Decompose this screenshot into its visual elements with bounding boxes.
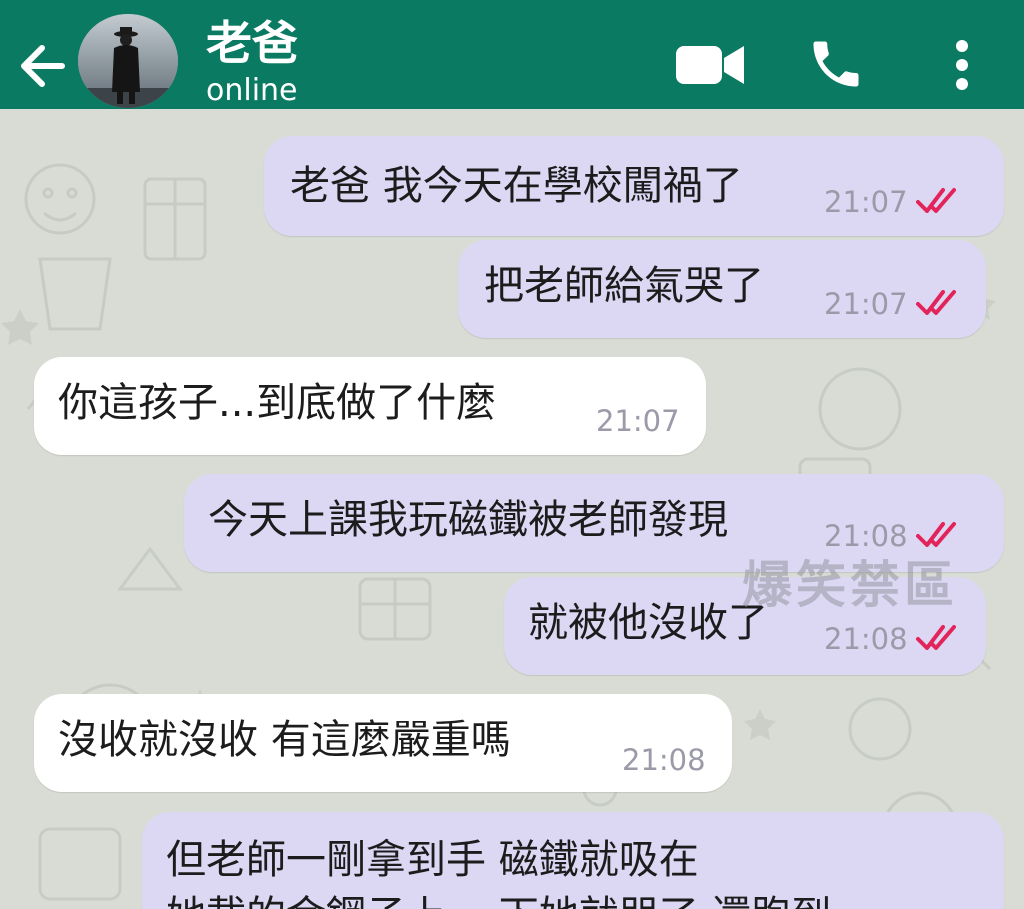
avatar-image xyxy=(78,14,178,108)
message-time: 21:07 xyxy=(824,287,908,321)
chat-area[interactable]: 老爸 我今天在學校闖禍了 21:07 把老師給氣哭了 21:07 你這孩子...… xyxy=(0,109,1024,909)
message-text: 老爸 我今天在學校闖禍了 xyxy=(290,163,743,209)
message-bubble-outgoing[interactable]: 但老師一剛拿到手 磁鐵就吸在 她載的金鋼子上 一下她就哭了 還跑到 xyxy=(142,812,1004,909)
back-button[interactable] xyxy=(14,38,70,94)
message-bubble-outgoing[interactable]: 把老師給氣哭了 21:07 xyxy=(458,240,986,338)
message-time: 21:08 xyxy=(824,622,908,656)
message-text: 她載的金鋼子上 一下她就哭了 還跑到 xyxy=(166,892,831,909)
message-time: 21:07 xyxy=(596,404,680,438)
voice-call-button[interactable] xyxy=(806,34,866,94)
video-camera-icon xyxy=(676,46,744,84)
message-bubble-outgoing[interactable]: 老爸 我今天在學校闖禍了 21:07 xyxy=(264,136,1004,236)
contact-name[interactable]: 老爸 xyxy=(206,18,298,68)
phone-icon xyxy=(813,41,859,87)
avatar[interactable] xyxy=(78,14,178,108)
more-vertical-icon xyxy=(956,40,968,90)
video-call-button[interactable] xyxy=(676,42,744,88)
message-text: 把老師給氣哭了 xyxy=(484,263,764,309)
message-text: 就被他沒收了 xyxy=(528,600,768,646)
message-time: 21:08 xyxy=(622,743,706,777)
message-bubble-incoming[interactable]: 沒收就沒收 有這麼嚴重嗎 21:08 xyxy=(34,694,732,792)
contact-status: online xyxy=(206,73,298,108)
back-arrow-icon xyxy=(21,45,65,87)
more-options-button[interactable] xyxy=(948,38,976,92)
double-check-icon xyxy=(916,290,956,315)
message-text: 今天上課我玩磁鐵被老師發現 xyxy=(208,497,728,543)
watermark: 爆笑禁區 xyxy=(742,556,958,614)
message-text: 沒收就沒收 有這麼嚴重嗎 xyxy=(58,717,511,763)
message-time: 21:07 xyxy=(824,185,908,219)
message-text: 但老師一剛拿到手 磁鐵就吸在 xyxy=(166,837,699,883)
double-check-icon xyxy=(916,625,956,650)
message-text: 你這孩子...到底做了什麼 xyxy=(58,380,497,426)
double-check-icon xyxy=(916,188,956,213)
message-bubble-incoming[interactable]: 你這孩子...到底做了什麼 21:07 xyxy=(34,357,706,455)
chat-header: 老爸 online xyxy=(0,0,1024,109)
